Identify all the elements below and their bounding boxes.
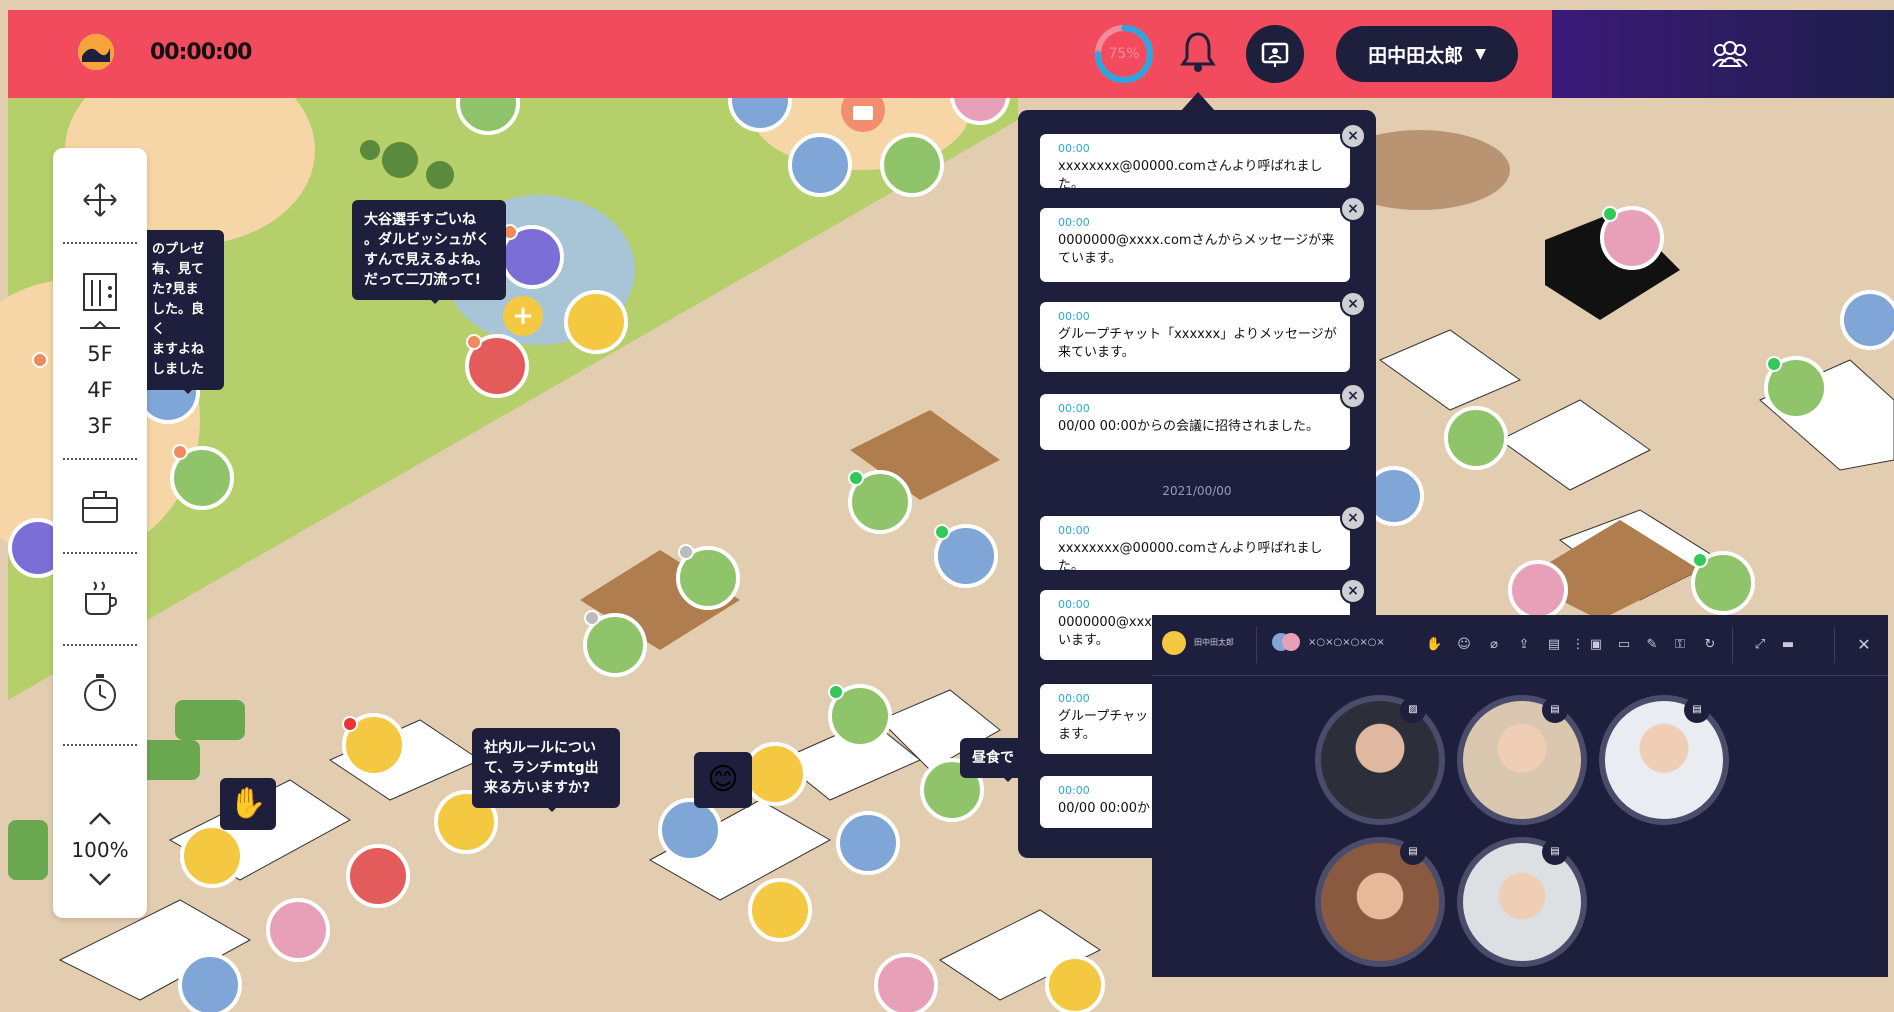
notification-text: 00/00 00:00からの会議に招待されました。 xyxy=(1058,419,1320,434)
video-call-panel: 田中田太郎 ×○×○×○×○× ✋ ☺ ⌀ ⇪ ▤ ⋮ ▣ ▭ ✎ ⚿ ↻ ⤢ … xyxy=(1152,615,1888,977)
members-icon[interactable] xyxy=(1712,38,1748,70)
move-icon[interactable] xyxy=(53,180,147,220)
lock-icon[interactable]: ⚿ xyxy=(1672,637,1688,653)
participant-video[interactable] xyxy=(1315,837,1445,967)
zoom-in-chevron-up-icon[interactable] xyxy=(53,812,147,826)
notification-text: 0000000@xxxx.comさんからメッセージが来ています。 xyxy=(1058,233,1335,266)
notification-time: 00:00 xyxy=(1058,692,1090,705)
expand-icon[interactable]: ⤢ xyxy=(1752,637,1768,653)
user-menu-button[interactable]: 田中田太郎 ▼ xyxy=(1336,26,1518,82)
close-icon[interactable]: × xyxy=(1340,291,1366,317)
zoom-level: 100% xyxy=(71,838,129,862)
notification-card[interactable]: 00:00 グループチャット「xxxxxx」よりメッセージが来ています。 xyxy=(1040,302,1350,372)
reaction-icon[interactable]: ☺ xyxy=(1456,637,1472,653)
close-icon[interactable]: × xyxy=(1340,505,1366,531)
notification-card[interactable]: 00:00 00/00 00:00からの会議に招待されました。 xyxy=(1040,394,1350,450)
notification-time: 00:00 xyxy=(1058,142,1090,155)
floor-3f[interactable]: 3F xyxy=(53,414,147,438)
hand-raise-icon: ✋ xyxy=(220,778,276,830)
speech-bubble-ohtani: 大谷選手すごいね 。ダルビッシュがく すんで見えるよね。 だって二刀流って! xyxy=(352,200,506,304)
stopwatch-icon[interactable] xyxy=(53,672,147,712)
notification-text: xxxxxxxx@00000.comさんより呼ばれました。 xyxy=(1058,541,1323,574)
screen-share-icon xyxy=(1261,42,1289,67)
notification-time: 00:00 xyxy=(1058,524,1090,537)
notification-card[interactable]: 00:00 xxxxxxxx@00000.comさんより呼ばれました。 xyxy=(1040,516,1350,574)
coffee-cup-icon[interactable] xyxy=(53,578,147,618)
host-avatar xyxy=(1162,631,1186,655)
participant-card-icon[interactable]: ▤ xyxy=(1684,697,1710,723)
progress-label: 75% xyxy=(1108,46,1140,62)
share-screen-icon[interactable]: ▣ xyxy=(1588,637,1604,653)
participant-video[interactable] xyxy=(1457,695,1587,825)
attach-icon[interactable]: ⌀ xyxy=(1486,637,1502,653)
notification-text: xxxxxxxx@00000.comさんより呼ばれました。 xyxy=(1058,159,1323,192)
participant-video[interactable] xyxy=(1599,695,1729,825)
participant-card-icon[interactable]: ▤ xyxy=(1542,839,1568,865)
notification-card[interactable]: 00:00 0000000@xxxx.comさんからメッセージが来ています。 xyxy=(1040,208,1350,282)
document-icon[interactable]: ▤ xyxy=(1546,637,1562,653)
elevator-icon[interactable] xyxy=(53,272,147,334)
notification-panel-arrow xyxy=(1180,92,1216,112)
participant-video[interactable] xyxy=(1457,837,1587,967)
smile-reaction-icon: 😊 xyxy=(694,752,752,808)
video-toolbar: 田中田太郎 ×○×○×○×○× ✋ ☺ ⌀ ⇪ ▤ ⋮ ▣ ▭ ✎ ⚿ ↻ ⤢ … xyxy=(1152,615,1888,676)
close-icon[interactable]: × xyxy=(1340,196,1366,222)
minimize-icon[interactable]: ▬ xyxy=(1780,637,1796,653)
notification-time: 00:00 xyxy=(1058,598,1090,611)
floor-5f[interactable]: 5F xyxy=(53,342,147,366)
progress-ring: 75% xyxy=(1094,24,1154,84)
notification-text: グループチャット「xxxxxx」よりメッセージが来ています。 xyxy=(1058,327,1337,360)
raise-hand-icon[interactable]: ✋ xyxy=(1426,637,1442,653)
notification-time: 00:00 xyxy=(1058,402,1090,415)
app-logo[interactable] xyxy=(78,34,114,70)
notification-time: 00:00 xyxy=(1058,784,1090,797)
participant-image-icon[interactable]: ▨ xyxy=(1400,697,1426,723)
pen-icon[interactable]: ✎ xyxy=(1644,637,1660,653)
notification-time: 00:00 xyxy=(1058,216,1090,229)
close-icon[interactable]: × xyxy=(1340,578,1366,604)
date-divider: 2021/00/00 xyxy=(1162,484,1232,498)
session-timer: 00:00:00 xyxy=(150,40,252,65)
briefcase-icon[interactable] xyxy=(53,488,147,524)
close-icon[interactable]: × xyxy=(1340,123,1366,149)
svg-text:+: + xyxy=(512,301,534,331)
notification-bell-icon[interactable] xyxy=(1180,30,1216,74)
left-toolbar: 5F 4F 3F 100% xyxy=(53,148,147,918)
floor-4f[interactable]: 4F xyxy=(53,378,147,402)
notification-time: 00:00 xyxy=(1058,310,1090,323)
participant-video[interactable] xyxy=(1315,695,1445,825)
room-avatars xyxy=(1272,631,1300,655)
speech-bubble-presentation: のプレゼ 有、見て た?見ま した。良く ますよね しました xyxy=(140,230,224,394)
speech-bubble-rules: 社内ルールについ て、ランチmtg出 来る方いますか? xyxy=(472,728,620,812)
more-icon[interactable]: ⋮ xyxy=(1570,637,1586,653)
host-name: 田中田太郎 xyxy=(1194,638,1234,647)
participant-card-icon[interactable]: ▤ xyxy=(1542,697,1568,723)
refresh-icon[interactable]: ↻ xyxy=(1702,637,1718,653)
zoom-out-chevron-down-icon[interactable] xyxy=(53,872,147,886)
close-icon[interactable]: ✕ xyxy=(1856,637,1872,653)
chevron-down-icon: ▼ xyxy=(1475,46,1486,62)
notification-card[interactable]: 00:00 xxxxxxxx@00000.comさんより呼ばれました。 xyxy=(1040,134,1350,192)
screen-share-button[interactable] xyxy=(1246,25,1304,83)
participant-card-icon[interactable]: ▤ xyxy=(1400,839,1426,865)
user-name: 田中田太郎 xyxy=(1368,44,1464,67)
close-icon[interactable]: × xyxy=(1340,383,1366,409)
room-name: ×○×○×○×○× xyxy=(1308,637,1385,648)
upload-icon[interactable]: ⇪ xyxy=(1516,637,1532,653)
folder-icon[interactable]: ▭ xyxy=(1616,637,1632,653)
